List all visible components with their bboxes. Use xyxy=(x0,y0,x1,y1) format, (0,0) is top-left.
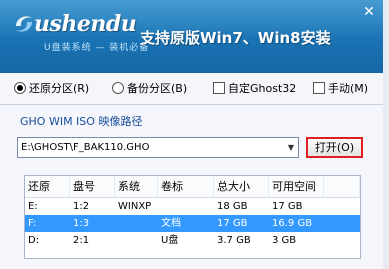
cell-total: 18 GB xyxy=(217,201,248,212)
column-header[interactable]: 卷标 xyxy=(158,176,214,197)
column-header[interactable]: 总大小 xyxy=(214,176,269,197)
cell-disk: 1:2 xyxy=(73,201,90,212)
checkbox-icon xyxy=(313,82,325,94)
backup-partition-radio[interactable]: 备份分区(B) xyxy=(112,79,187,97)
partition-table: 还原 盘号 系统 卷标 总大小 可用空间 E: 1:2 WINXP 18 GB … xyxy=(24,175,361,259)
column-header-spacer xyxy=(324,176,360,197)
cell-disk: 1:3 xyxy=(73,218,90,229)
cell-free: 16.9 GB xyxy=(272,218,313,229)
checkbox-icon xyxy=(213,82,225,94)
cell-free: 17 GB xyxy=(272,201,303,212)
open-button[interactable]: 打开(O) xyxy=(306,137,363,158)
cell-label: U盘 xyxy=(161,235,179,246)
window-edge xyxy=(383,0,389,269)
image-path-value[interactable]: E:\GHOST\F_BAK110.GHO xyxy=(18,142,284,153)
table-row[interactable]: D: 2:1 U盘 3.7 GB 3 GB xyxy=(25,232,360,249)
brand-logo: ushendu xyxy=(34,11,137,37)
column-header[interactable]: 可用空间 xyxy=(269,176,324,197)
cell-restore: D: xyxy=(28,235,40,246)
restore-label: 还原分区(R) xyxy=(29,82,90,95)
cell-system xyxy=(115,215,158,232)
manual-checkbox[interactable]: 手动(M) xyxy=(313,79,368,97)
table-row-selected[interactable]: F: 1:3 文档 17 GB 16.9 GB xyxy=(25,215,360,232)
image-path-combobox[interactable]: E:\GHOST\F_BAK110.GHO ▼ xyxy=(17,137,299,158)
restore-partition-radio[interactable]: 还原分区(R) xyxy=(14,79,89,97)
cell-label xyxy=(158,198,214,215)
cell-total: 17 GB xyxy=(217,218,248,229)
logo-swirl-icon xyxy=(16,16,32,32)
cell-disk: 2:1 xyxy=(73,235,90,246)
column-header[interactable]: 还原 xyxy=(25,176,70,197)
chevron-down-icon[interactable]: ▼ xyxy=(284,138,298,157)
image-path-label: GHO WIM ISO 映像路径 xyxy=(20,115,143,128)
custom-ghost-checkbox[interactable]: 自定Ghost32 xyxy=(213,79,296,97)
column-header[interactable]: 盘号 xyxy=(70,176,115,197)
cell-free: 3 GB xyxy=(272,235,297,246)
divider xyxy=(0,104,389,105)
brand-subtitle: U盘装系统 — 装机必备 xyxy=(44,43,150,53)
radio-icon xyxy=(112,82,124,94)
cell-label: 文档 xyxy=(161,218,181,229)
cell-system xyxy=(115,232,158,249)
cell-restore: F: xyxy=(28,218,37,229)
tagline: 支持原版Win7、Win8安装 xyxy=(140,29,331,47)
cell-system: WINXP xyxy=(118,201,152,212)
column-header[interactable]: 系统 xyxy=(115,176,158,197)
radio-selected-icon xyxy=(14,82,26,94)
table-header: 还原 盘号 系统 卷标 总大小 可用空间 xyxy=(25,176,360,198)
close-button[interactable]: ✕ xyxy=(354,2,384,22)
table-row[interactable]: E: 1:2 WINXP 18 GB 17 GB xyxy=(25,198,360,215)
options-row: 还原分区(R) 备份分区(B) 自定Ghost32 手动(M) xyxy=(0,73,389,103)
backup-label: 备份分区(B) xyxy=(127,82,188,95)
cell-restore: E: xyxy=(28,201,38,212)
header-banner: ushendu U盘装系统 — 装机必备 支持原版Win7、Win8安装 ✕ xyxy=(0,0,389,73)
manual-label: 手动(M) xyxy=(328,82,369,95)
custom-ghost-label: 自定Ghost32 xyxy=(228,82,297,95)
cell-total: 3.7 GB xyxy=(217,235,251,246)
